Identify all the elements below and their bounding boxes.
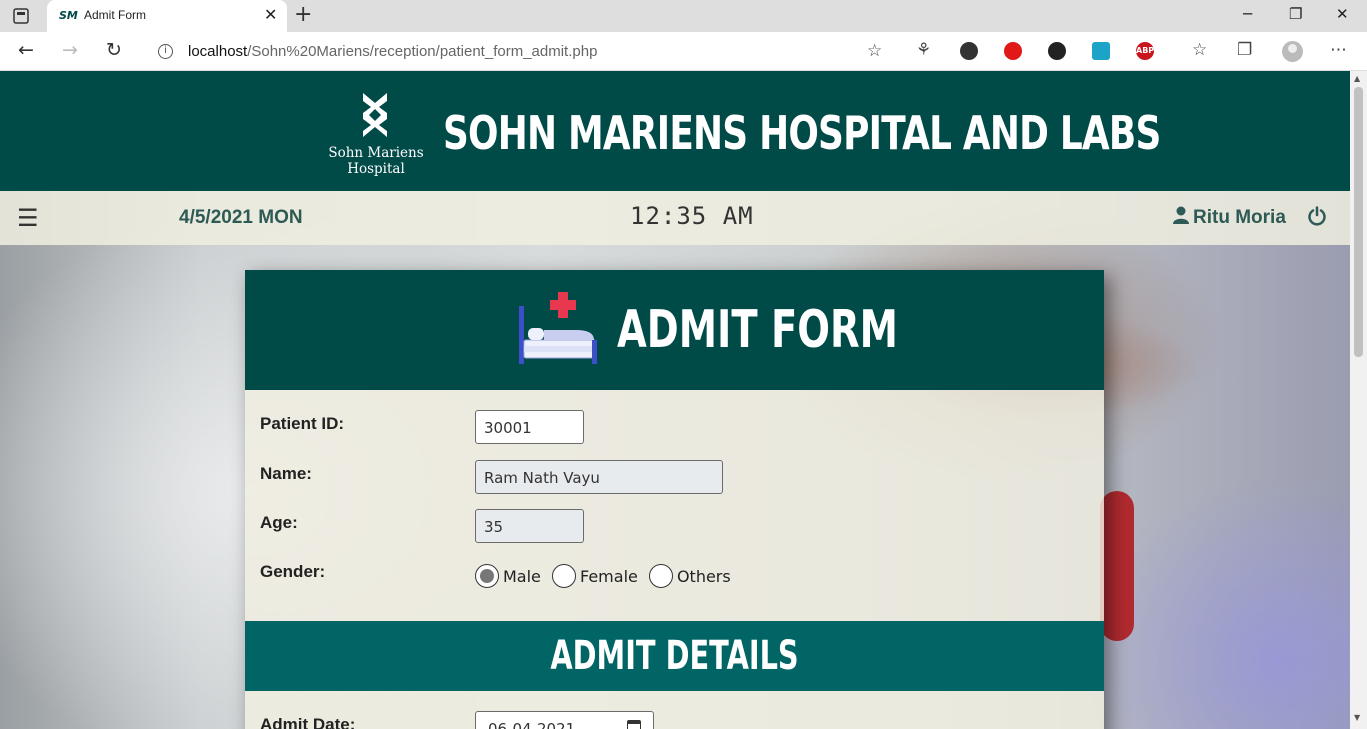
add-favorite-icon[interactable]: ☆ [867, 41, 882, 61]
restore-button[interactable]: ❐ [1289, 5, 1302, 23]
extension-2-icon[interactable] [1004, 42, 1022, 60]
age-label: Age: [260, 513, 298, 532]
logo-text: Sohn Mariens Hospital [328, 145, 424, 177]
current-date: 4/5/2021 MON [179, 207, 303, 228]
url-text[interactable]: localhost/Sohn%20Mariens/reception/patie… [188, 43, 597, 60]
logged-in-user[interactable]: Ritu Moria [1173, 206, 1286, 229]
adblock-plus-icon[interactable]: ABP [1136, 42, 1154, 60]
tab-close-icon[interactable]: ✕ [264, 7, 277, 23]
collections-icon[interactable]: ❐ [1237, 40, 1252, 60]
admit-date-value: 06-04-2021 [488, 720, 576, 729]
hamburger-menu-icon[interactable]: ☰ [17, 206, 39, 230]
scroll-down-arrow-icon[interactable]: ▼ [1354, 713, 1360, 722]
read-aloud-icon[interactable]: ⚘ [916, 40, 931, 60]
new-tab-button[interactable]: + [294, 4, 312, 26]
hospital-logo[interactable]: Sohn Mariens Hospital [326, 91, 426, 181]
info-bar: ☰ 4/5/2021 MON 12:35 AM Ritu Moria [0, 191, 1350, 245]
gender-others-label[interactable]: Others [677, 567, 731, 586]
gender-female-label[interactable]: Female [580, 567, 638, 586]
tab-title: Admit Form [84, 8, 147, 22]
site-header: Sohn Mariens Hospital SOHN MARIENS HOSPI… [0, 71, 1350, 191]
calendar-icon[interactable] [627, 720, 641, 729]
site-title: SOHN MARIENS HOSPITAL AND LABS [443, 106, 1161, 160]
extension-4-icon[interactable] [1092, 42, 1110, 60]
admit-date-input[interactable]: 06-04-2021 [475, 711, 654, 729]
name-label: Name: [260, 464, 312, 483]
browser-tab-bar: SM Admit Form ✕ + ─ ❐ ✕ [0, 0, 1367, 32]
name-field[interactable]: Ram Nath Vayu [475, 460, 723, 494]
browser-tab-active[interactable]: SM Admit Form ✕ [47, 0, 287, 32]
gender-others-radio[interactable] [648, 564, 673, 588]
profile-avatar[interactable] [1282, 41, 1303, 62]
more-options-icon[interactable]: ⋯ [1330, 40, 1347, 60]
extension-1-icon[interactable] [960, 42, 978, 60]
hospital-bed-icon [519, 292, 597, 364]
patient-id-input[interactable]: 30001 [475, 410, 584, 444]
refresh-button[interactable]: ↻ [106, 40, 122, 60]
gender-male-label[interactable]: Male [503, 567, 541, 586]
tab-actions-icon[interactable] [12, 7, 30, 25]
close-window-button[interactable]: ✕ [1336, 5, 1349, 23]
back-button[interactable]: ← [18, 40, 34, 60]
gender-male-radio[interactable] [475, 564, 499, 588]
page-scrollbar[interactable]: ▲ ▼ [1350, 71, 1367, 729]
patient-info-section: Patient ID: 30001 Name: Ram Nath Vayu Ag… [245, 390, 1104, 621]
scrollbar-thumb[interactable] [1354, 87, 1363, 357]
photo-stethoscope-detail [1100, 491, 1134, 641]
scroll-up-arrow-icon[interactable]: ▲ [1354, 74, 1360, 83]
age-field[interactable]: 35 [475, 509, 584, 543]
minimize-button[interactable]: ─ [1243, 5, 1252, 23]
browser-toolbar: ← → ↻ i localhost/Sohn%20Mariens/recepti… [0, 32, 1367, 71]
gender-label: Gender: [260, 562, 326, 581]
gender-radio-group: Male Female Others [475, 564, 737, 590]
admit-date-label: Admit Date: [260, 715, 356, 729]
user-name: Ritu Moria [1193, 207, 1286, 228]
user-icon [1173, 206, 1189, 224]
admit-details-section: Admit Date: 06-04-2021 [245, 691, 1104, 729]
form-title: ADMIT FORM [617, 300, 898, 360]
patient-id-label: Patient ID: [260, 414, 345, 433]
admit-details-header: ADMIT DETAILS [245, 621, 1104, 691]
hospital-logo-icon [363, 93, 387, 137]
forward-button[interactable]: → [62, 40, 78, 60]
extension-3-icon[interactable] [1048, 42, 1066, 60]
digital-clock: 12:35 AM [630, 202, 754, 230]
gender-female-radio[interactable] [552, 564, 576, 588]
address-bar[interactable]: i localhost/Sohn%20Mariens/reception/pat… [144, 36, 898, 67]
favorites-icon[interactable]: ☆ [1192, 40, 1207, 60]
admit-details-title: ADMIT DETAILS [550, 633, 799, 679]
form-header: ADMIT FORM [245, 270, 1104, 390]
admit-form-card: ADMIT FORM Patient ID: 30001 Name: Ram N… [245, 270, 1104, 729]
tab-favicon-icon: SM [59, 9, 78, 22]
site-info-icon[interactable]: i [158, 44, 173, 59]
logout-power-icon[interactable] [1307, 206, 1327, 226]
page-viewport: Sohn Mariens Hospital SOHN MARIENS HOSPI… [0, 71, 1350, 729]
